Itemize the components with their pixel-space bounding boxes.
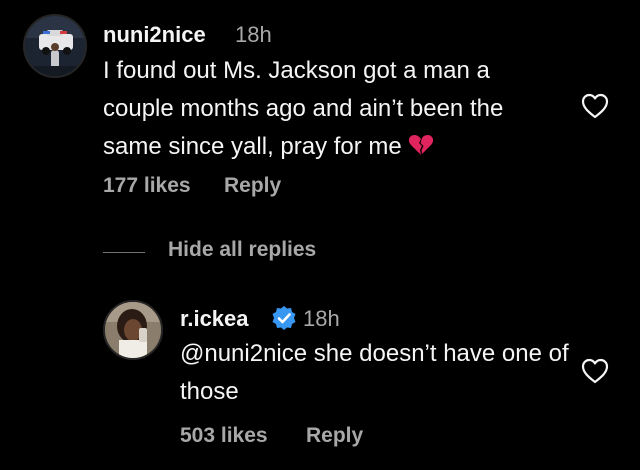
avatar[interactable] xyxy=(23,14,87,78)
reply-likes-count[interactable]: 503 likes xyxy=(180,424,268,448)
reply-timestamp: 18h xyxy=(303,306,340,331)
comment-text-body: I found out Ms. Jackson got a man a coup… xyxy=(103,57,504,160)
comment-text: I found out Ms. Jackson got a man a coup… xyxy=(103,52,553,166)
avatar[interactable] xyxy=(103,300,163,360)
comment-username[interactable]: nuni2nice xyxy=(103,22,206,48)
reply-button[interactable]: Reply xyxy=(306,424,363,448)
like-heart-icon[interactable] xyxy=(580,357,610,385)
reply-button[interactable]: Reply xyxy=(224,174,281,198)
profile-photo-icon xyxy=(25,16,85,76)
reply-text: @nuni2nice she doesn’t have one of those xyxy=(180,340,569,405)
broken-heart-icon xyxy=(408,131,434,155)
replies-divider xyxy=(103,252,145,253)
like-heart-icon[interactable] xyxy=(580,92,610,120)
hide-replies-button[interactable]: Hide all replies xyxy=(168,238,316,262)
profile-photo-icon xyxy=(105,302,161,358)
reply-username[interactable]: r.ickea xyxy=(180,306,249,332)
comment-likes-count[interactable]: 177 likes xyxy=(103,174,191,198)
verified-badge-icon xyxy=(271,305,297,331)
comment-timestamp: 18h xyxy=(235,22,272,47)
